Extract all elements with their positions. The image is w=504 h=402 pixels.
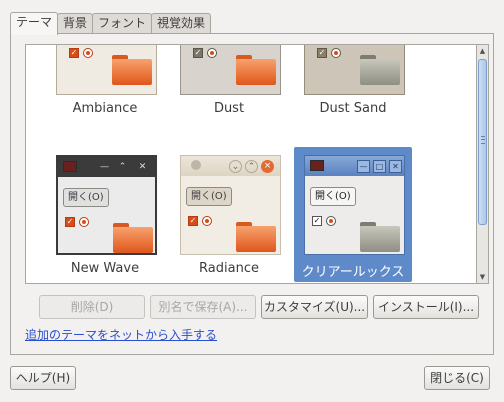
get-more-themes-link[interactable]: 追加のテーマをネットから入手する: [25, 326, 217, 343]
checkbox-icon: ✓: [188, 216, 198, 226]
theme-name: クリアールックス: [301, 265, 405, 280]
folder-icon: [360, 222, 400, 252]
open-button: 開く(O): [310, 187, 356, 206]
theme-preview: ✓: [180, 45, 281, 95]
checkbox-icon: ✓: [312, 216, 322, 226]
folder-icon: [236, 55, 276, 85]
radio-icon: [326, 216, 336, 226]
maximize-icon: ⌃: [118, 162, 127, 172]
tab-theme[interactable]: テーマ: [10, 12, 59, 35]
theme-preview: — □ ✕ 開く(O) ✓: [304, 155, 405, 255]
checkbox-icon: ✓: [65, 217, 75, 227]
folder-icon: [236, 222, 276, 252]
theme-item-radiance[interactable]: ⌄ ⌃ × 開く(O) ✓ Radiance: [170, 147, 288, 282]
radio-icon: [79, 217, 89, 227]
theme-name: Radiance: [199, 261, 259, 276]
theme-name: New Wave: [70, 261, 140, 276]
close-icon: ×: [261, 160, 274, 173]
folder-icon: [113, 223, 153, 253]
close-icon: ✕: [138, 162, 147, 172]
maximize-icon: □: [373, 160, 386, 173]
tab-bar: テーマ 背景 フォント 視覚効果: [10, 12, 212, 35]
delete-button[interactable]: 削除(D): [39, 295, 145, 319]
theme-item-dust[interactable]: ✓ Dust: [170, 45, 288, 130]
minimize-icon: —: [357, 160, 370, 173]
checkbox-icon: ✓: [69, 48, 79, 58]
open-button: 開く(O): [186, 187, 232, 206]
tab-background[interactable]: 背景: [57, 13, 94, 34]
customize-button[interactable]: カスタマイズ(U)...: [261, 295, 368, 319]
theme-name: Ambiance: [72, 101, 138, 116]
save-as-button[interactable]: 別名で保存(A)...: [150, 295, 256, 319]
minimize-icon: ⌄: [229, 160, 242, 173]
install-button[interactable]: インストール(I)...: [373, 295, 479, 319]
folder-icon: [112, 55, 152, 85]
app-icon: [310, 160, 324, 171]
app-icon: [63, 161, 77, 172]
window-titlebar: ⌄ ⌃ ×: [181, 156, 280, 176]
theme-tab-panel: ✓ Ambiance ✓ Dust ✓ Dust Sand — ⌃ ✕ 開く(O…: [10, 33, 494, 355]
close-icon: ✕: [389, 160, 402, 173]
radio-icon: [207, 48, 217, 58]
theme-preview: ⌄ ⌃ × 開く(O) ✓: [180, 155, 281, 255]
theme-item-clearlooks[interactable]: — □ ✕ 開く(O) ✓ クリアールックス: [294, 147, 412, 282]
theme-preview: — ⌃ ✕ 開く(O) ✓: [56, 155, 157, 255]
tab-visual-effects[interactable]: 視覚効果: [151, 13, 212, 34]
theme-name: Dust Sand: [319, 101, 387, 116]
help-button[interactable]: ヘルプ(H): [10, 366, 76, 390]
theme-preview: ✓: [56, 45, 157, 95]
theme-icon-view[interactable]: ✓ Ambiance ✓ Dust ✓ Dust Sand — ⌃ ✕ 開く(O…: [25, 44, 477, 284]
folder-icon: [360, 55, 400, 85]
radio-icon: [202, 216, 212, 226]
theme-name: Dust: [213, 101, 245, 116]
scroll-up-icon[interactable]: ▲: [477, 45, 488, 57]
checkbox-icon: ✓: [193, 48, 203, 58]
radio-icon: [83, 48, 93, 58]
theme-item-new-wave[interactable]: — ⌃ ✕ 開く(O) ✓ New Wave: [46, 147, 164, 282]
scroll-down-icon[interactable]: ▼: [477, 271, 488, 283]
minimize-icon: —: [100, 162, 109, 172]
theme-item-dust-sand[interactable]: ✓ Dust Sand: [294, 45, 412, 130]
window-titlebar: — ⌃ ✕: [58, 157, 155, 177]
radio-icon: [331, 48, 341, 58]
close-button[interactable]: 閉じる(C): [424, 366, 490, 390]
vertical-scrollbar[interactable]: ▲ ▼: [477, 44, 489, 284]
checkbox-icon: ✓: [317, 48, 327, 58]
app-icon: [191, 160, 201, 170]
theme-preview: ✓: [304, 45, 405, 95]
scrollbar-thumb[interactable]: [478, 59, 487, 225]
maximize-icon: ⌃: [245, 160, 258, 173]
tab-fonts[interactable]: フォント: [92, 13, 153, 34]
window-titlebar: — □ ✕: [305, 156, 404, 176]
open-button: 開く(O): [63, 188, 109, 207]
theme-item-ambiance[interactable]: ✓ Ambiance: [46, 45, 164, 130]
